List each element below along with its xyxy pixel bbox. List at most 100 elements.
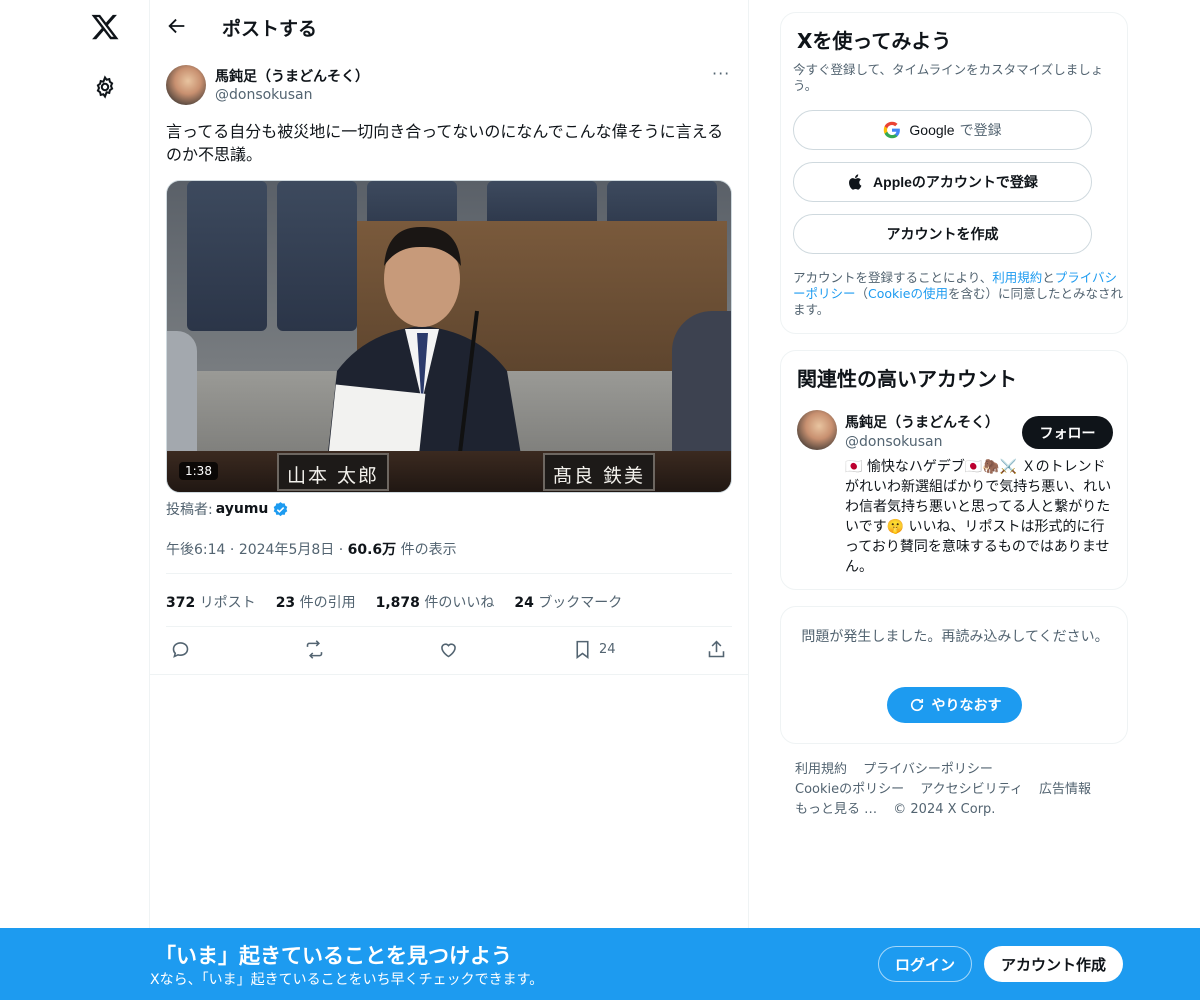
- footer-link-ads[interactable]: 広告情報: [1039, 782, 1091, 797]
- bookmark-icon: [576, 640, 589, 659]
- account-bio: 🇯🇵 愉快なハゲデブ🇯🇵🦣⚔️ Ｘのトレンドがれいわ新選組ばかりで気持ち悪い、れ…: [845, 459, 1112, 575]
- reposts-label: リポスト: [199, 595, 256, 611]
- signup-banner: 「いま」起きていることを見つけよう Xなら、「いま」起きていることをいち早くチェ…: [0, 928, 1200, 1000]
- legal-text: アカウントを登録することにより、: [793, 270, 993, 285]
- footer-link-privacy[interactable]: プライバシーポリシー: [863, 762, 993, 777]
- post-time[interactable]: 午後6:14: [166, 542, 225, 558]
- copyright: © 2024 X Corp.: [893, 802, 996, 817]
- nameplate-right: 髙良 鉄美: [543, 453, 656, 491]
- reply-button[interactable]: [170, 639, 191, 660]
- apple-icon: [849, 174, 862, 190]
- video-person-right: [672, 311, 731, 461]
- login-button[interactable]: ログイン: [878, 946, 972, 982]
- avatar[interactable]: [797, 410, 837, 450]
- divider: [166, 626, 732, 627]
- footer-link-accessibility[interactable]: アクセシビリティ: [920, 782, 1023, 797]
- create-account-button[interactable]: アカウントを作成: [793, 214, 1092, 254]
- cookie-link[interactable]: Cookieの使用: [868, 286, 948, 301]
- banner-subtitle: Xなら、「いま」起きていることをいち早くチェックできます。: [150, 972, 544, 988]
- likes-count: 1,878: [375, 595, 420, 611]
- reposts-count: 372: [166, 595, 196, 611]
- author-avatar[interactable]: [166, 65, 206, 105]
- quotes-stat[interactable]: 23 件の引用: [276, 592, 356, 612]
- views-label: 件の表示: [400, 542, 457, 558]
- quotes-count: 23: [275, 595, 296, 611]
- retry-button[interactable]: やりなおす: [887, 687, 1022, 723]
- error-message: 問題が発生しました。再読み込みしてください。: [801, 629, 1109, 645]
- google-label: Google: [909, 122, 955, 138]
- signup-button[interactable]: アカウント作成: [984, 946, 1123, 982]
- divider: [150, 674, 749, 675]
- footer-link-cookie[interactable]: Cookieのポリシー: [795, 782, 904, 797]
- posted-by-name[interactable]: ayumu: [216, 501, 269, 517]
- signup-card-title: Xを使ってみよう: [797, 29, 952, 53]
- terms-link[interactable]: 利用規約: [992, 270, 1042, 285]
- footer-links: 利用規約 プライバシーポリシー Cookieのポリシー アクセシビリティ 広告情…: [795, 760, 1125, 820]
- error-card: 問題が発生しました。再読み込みしてください。 やりなおす: [780, 606, 1128, 744]
- main-column: ポストする 馬鈍足（うまどんそく） @donsokusan ··· 言ってる自分…: [150, 0, 749, 1000]
- meta-separator: ·: [338, 542, 344, 558]
- reply-icon: [172, 642, 189, 658]
- views-count: 60.6万: [347, 542, 397, 558]
- follow-button[interactable]: フォロー: [1022, 416, 1113, 449]
- legal-notice: アカウントを登録することにより、利用規約とプライバシーポリシー（Cookieの使…: [793, 270, 1123, 318]
- google-icon: [884, 121, 901, 139]
- repost-icon: [306, 640, 323, 659]
- google-suffix: で登録: [959, 122, 1002, 138]
- bookmarks-label: ブックマーク: [538, 595, 623, 611]
- account-handle[interactable]: @donsokusan: [845, 434, 942, 450]
- gear-icon[interactable]: [93, 75, 117, 99]
- share-icon: [708, 640, 725, 658]
- apple-signup-button[interactable]: Appleのアカウントで登録: [793, 162, 1092, 202]
- account-name[interactable]: 馬鈍足（うまどんそく）: [845, 412, 999, 432]
- signup-card-subtitle: 今すぐ登録して、タイムラインをカスタマイズしましょう。: [793, 62, 1104, 93]
- retry-label: やりなおす: [931, 697, 1002, 713]
- post-actions: 24: [166, 639, 732, 669]
- repost-button[interactable]: [304, 639, 325, 660]
- likes-stat[interactable]: 1,878 件のいいね: [376, 592, 495, 612]
- share-button[interactable]: [706, 639, 727, 660]
- refresh-icon: [910, 698, 923, 712]
- video-chair: [187, 181, 267, 331]
- author-name[interactable]: 馬鈍足（うまどんそく）: [215, 66, 369, 86]
- posted-by-label: 投稿者:: [166, 502, 213, 518]
- post-text: 言ってる自分も被災地に一切向き合ってないのになんでこんな偉そうに言えるのか不思議…: [166, 122, 724, 164]
- verified-badge-icon: [274, 501, 288, 516]
- legal-text: と: [1042, 270, 1055, 285]
- nameplate-left: 山本 太郎: [277, 453, 390, 491]
- related-accounts-card: 関連性の高いアカウント 馬鈍足（うまどんそく） @donsokusan フォロー…: [780, 350, 1128, 590]
- video-duration: 1:38: [179, 462, 218, 480]
- meta-separator: ·: [229, 542, 235, 558]
- video-person-left: [167, 331, 197, 461]
- more-options-icon[interactable]: ···: [712, 64, 730, 83]
- author-handle[interactable]: @donsokusan: [215, 87, 312, 103]
- legal-text: （: [855, 286, 869, 301]
- footer-link-more[interactable]: もっと見る …: [795, 802, 877, 817]
- likes-label: 件のいいね: [424, 595, 495, 611]
- bookmark-button[interactable]: 24: [572, 639, 616, 660]
- x-logo-icon[interactable]: [90, 12, 120, 42]
- video-player[interactable]: 山本 太郎 髙良 鉄美 1:38: [166, 180, 732, 493]
- apple-label: Appleのアカウントで登録: [873, 174, 1038, 190]
- footer-link-terms[interactable]: 利用規約: [795, 762, 847, 777]
- signup-card: Xを使ってみよう 今すぐ登録して、タイムラインをカスタマイズしましょう。 Goo…: [780, 12, 1128, 334]
- heart-icon: [441, 643, 456, 658]
- left-nav: [0, 0, 150, 1000]
- posted-by: 投稿者: ayumu: [166, 499, 289, 519]
- post-stats: 372 リポスト 23 件の引用 1,878 件のいいね 24 ブックマーク: [166, 592, 622, 612]
- google-signup-button[interactable]: Google で登録: [793, 110, 1092, 150]
- bookmarks-stat[interactable]: 24 ブックマーク: [514, 592, 622, 612]
- banner-title: 「いま」起きていることを見つけよう: [155, 944, 512, 968]
- post-meta: 午後6:14 · 2024年5月8日 · 60.6万 件の表示: [166, 539, 457, 559]
- reposts-stat[interactable]: 372 リポスト: [166, 592, 256, 612]
- top-bar: ポストする: [150, 0, 748, 54]
- bookmarks-count: 24: [514, 595, 534, 611]
- related-card-title: 関連性の高いアカウント: [797, 367, 1017, 391]
- like-button[interactable]: [438, 639, 459, 660]
- bookmark-count: 24: [599, 642, 616, 657]
- post-date[interactable]: 2024年5月8日: [239, 542, 334, 558]
- divider: [166, 573, 732, 574]
- back-arrow-icon[interactable]: [166, 15, 188, 37]
- create-account-label: アカウントを作成: [886, 226, 999, 242]
- quotes-label: 件の引用: [299, 595, 356, 611]
